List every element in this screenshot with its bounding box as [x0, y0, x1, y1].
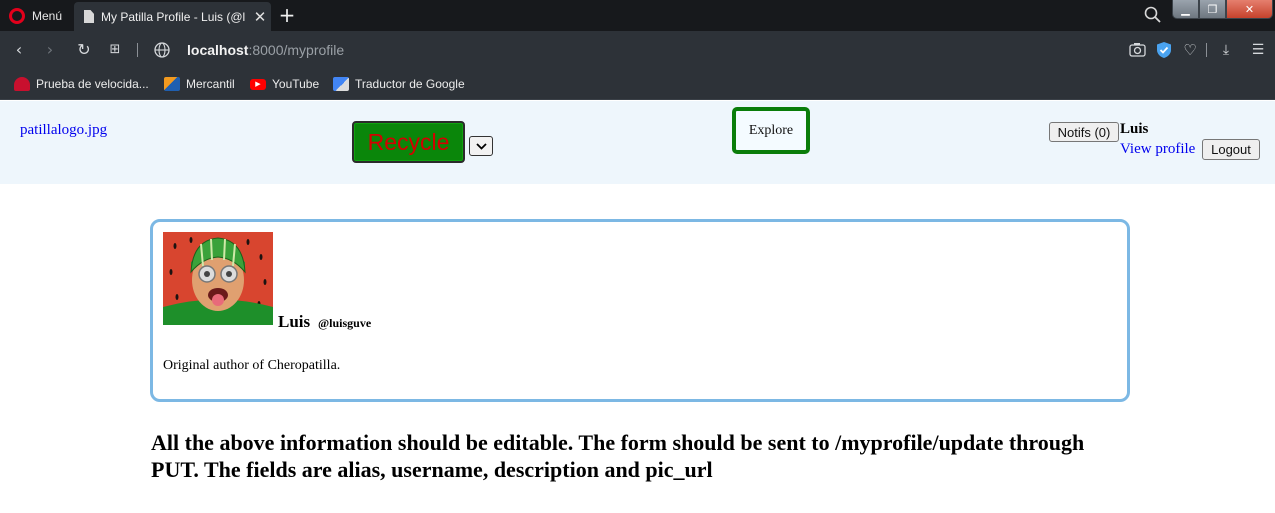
recycle-button[interactable]: Recycle [352, 121, 465, 163]
site-logo[interactable]: patillalogo.jpg [20, 122, 107, 139]
profile-picture [163, 232, 273, 325]
bookmark-label: YouTube [272, 77, 320, 91]
opera-menu-button[interactable]: Menú [0, 0, 72, 31]
back-icon[interactable]: ‹ [9, 40, 29, 60]
toolbar-separator [1206, 43, 1207, 57]
speed-dial-icon[interactable]: ⊞ [105, 40, 125, 60]
chevron-down-icon [475, 142, 487, 150]
mercantil-icon [164, 77, 180, 91]
download-icon[interactable]: ⤓ [1216, 40, 1236, 60]
browser-tab-bar: Menú My Patilla Profile - Luis (@l ✕ + ▁… [0, 0, 1275, 31]
reload-icon[interactable]: ↻ [74, 40, 94, 60]
recycle-options-dropdown[interactable] [469, 136, 493, 156]
new-tab-icon[interactable]: + [277, 4, 297, 26]
browser-tab-active[interactable]: My Patilla Profile - Luis (@l ✕ [74, 2, 271, 31]
url-host: localhost [187, 42, 249, 58]
address-bar: ‹ › ↻ ⊞ localhost:8000/myprofile ♡ ⤓ ☰ [0, 31, 1275, 69]
document-icon [84, 10, 94, 23]
tab-title: My Patilla Profile - Luis (@l [101, 9, 246, 24]
opera-menu-label: Menú [32, 8, 63, 23]
window-controls: ▁ ❐ ✕ [1172, 0, 1273, 19]
search-tabs-icon[interactable] [1143, 5, 1163, 25]
address-separator [137, 43, 138, 57]
bookmark-label: Prueba de velocida... [36, 77, 149, 91]
view-profile-link[interactable]: View profile [1120, 141, 1195, 158]
logout-button[interactable]: Logout [1202, 139, 1260, 160]
notifications-button[interactable]: Notifs (0) [1049, 122, 1119, 142]
speedometer-icon [14, 77, 30, 91]
minimize-icon[interactable]: ▁ [1172, 0, 1199, 19]
easy-setup-icon[interactable]: ☰ [1248, 40, 1268, 60]
forward-icon[interactable]: › [40, 40, 60, 60]
editable-info-note: All the above information should be edit… [151, 430, 1085, 482]
bookmark-item[interactable]: Prueba de velocida... [14, 77, 149, 91]
bookmark-label: Mercantil [186, 77, 235, 91]
vpn-shield-icon[interactable] [1156, 41, 1172, 59]
tab-close-icon[interactable]: ✕ [249, 8, 271, 26]
profile-description: Original author of Cheropatilla. [163, 358, 341, 373]
bookmark-item[interactable]: Mercantil [164, 77, 235, 91]
profile-username: @luisguve [318, 316, 372, 330]
opera-logo-icon [9, 7, 25, 24]
youtube-icon: ▶ [250, 78, 266, 90]
url-field[interactable]: localhost:8000/myprofile [187, 42, 344, 58]
bookmarks-bar: Prueba de velocida... Mercantil ▶ YouTub… [0, 69, 1275, 100]
bookmark-item[interactable]: ▶ YouTube [250, 77, 319, 91]
profile-alias: Luis [278, 312, 311, 331]
camera-icon[interactable] [1129, 42, 1146, 57]
site-header: patillalogo.jpg Recycle Explore Notifs (… [0, 101, 1275, 184]
bookmark-label: Traductor de Google [355, 77, 465, 91]
avatar [163, 232, 273, 325]
bookmark-item[interactable]: Traductor de Google [333, 77, 465, 91]
current-user-name: Luis [1120, 121, 1149, 137]
restore-icon[interactable]: ❐ [1199, 0, 1226, 19]
url-path: :8000/myprofile [248, 42, 345, 58]
explore-button[interactable]: Explore [732, 107, 810, 154]
profile-card: Luis @luisguve Original author of Cherop… [150, 219, 1130, 402]
globe-icon [154, 42, 170, 58]
close-window-icon[interactable]: ✕ [1226, 0, 1273, 19]
google-translate-icon [333, 77, 349, 91]
heart-icon[interactable]: ♡ [1180, 40, 1200, 60]
